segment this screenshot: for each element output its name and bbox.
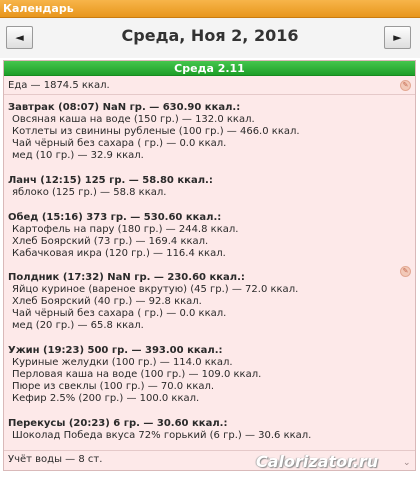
day-panel: Среда 2.11 Еда — 1874.5 ккал. ✎ Завтрак … bbox=[3, 60, 416, 471]
food-total: Еда — 1874.5 ккал. bbox=[8, 80, 110, 91]
meal-item: Хлеб Боярский (40 гр.) — 92.8 ккал. bbox=[12, 296, 202, 307]
meal-title-dinner: Обед (15:16) 373 гр. — 530.60 ккал.: bbox=[8, 212, 222, 223]
meal-item: мед (10 гр.) — 32.9 ккал. bbox=[12, 150, 144, 161]
meal-item: Яйцо куриное (вареное вкрутую) (45 гр.) … bbox=[12, 284, 299, 295]
expand-icon[interactable]: ⌄ bbox=[403, 458, 411, 468]
meal-item: Овсяная каша на воде (150 гр.) — 132.0 к… bbox=[12, 114, 255, 125]
meal-item: Чай чёрный без сахара ( гр.) — 0.0 ккал. bbox=[12, 138, 227, 149]
meal-title-lunch: Ланч (12:15) 125 гр. — 58.80 ккал.: bbox=[8, 175, 213, 186]
afternoon-snack-icon[interactable]: ✎ bbox=[400, 266, 411, 277]
meal-item: Перловая каша на воде (100 гр.) — 109.0 … bbox=[12, 369, 262, 380]
meal-item: Куриные желудки (100 гр.) — 114.0 ккал. bbox=[12, 357, 233, 368]
meal-item: Картофель на пару (180 гр.) — 244.8 ккал… bbox=[12, 224, 239, 235]
watermark-logo: Calorizator.ru bbox=[256, 452, 379, 471]
meal-item: Хлеб Боярский (73 гр.) — 169.4 ккал. bbox=[12, 236, 209, 247]
meal-title-snacks: Перекусы (20:23) 6 гр. — 30.60 ккал.: bbox=[8, 418, 228, 429]
meal-item: Шоколад Победа вкуса 72% горький (6 гр.)… bbox=[12, 430, 312, 441]
divider bbox=[4, 94, 415, 95]
meal-item: Котлеты из свинины рубленые (100 гр.) — … bbox=[12, 126, 300, 137]
water-tracking: Учёт воды — 8 ст. bbox=[8, 454, 103, 465]
divider bbox=[4, 450, 415, 451]
meal-item: Чай чёрный без сахара ( гр.) — 0.0 ккал. bbox=[12, 308, 227, 319]
current-date-title: Среда, Ноя 2, 2016 bbox=[121, 26, 299, 45]
meal-item: яблоко (125 гр.) — 58.8 ккал. bbox=[12, 187, 167, 198]
window-titlebar: Календарь bbox=[0, 0, 420, 18]
next-day-button[interactable]: ► bbox=[384, 26, 411, 49]
meal-item: Пюре из свеклы (100 гр.) — 70.0 ккал. bbox=[12, 381, 215, 392]
window-title: Календарь bbox=[3, 2, 74, 15]
day-header: Среда 2.11 bbox=[4, 61, 415, 76]
meal-title-breakfast: Завтрак (08:07) NaN гр. — 630.90 ккал.: bbox=[8, 102, 241, 113]
meal-item: мед (20 гр.) — 65.8 ккал. bbox=[12, 320, 144, 331]
meal-title-supper: Ужин (19:23) 500 гр. — 393.00 ккал.: bbox=[8, 345, 223, 356]
date-navigation: ◄ Среда, Ноя 2, 2016 ► bbox=[0, 18, 420, 58]
meal-title-afternoon-snack: Полдник (17:32) NaN гр. — 230.60 ккал.: bbox=[8, 272, 245, 283]
food-edit-icon[interactable]: ✎ bbox=[400, 80, 411, 91]
meal-item: Кабачковая икра (120 гр.) — 116.4 ккал. bbox=[12, 248, 226, 259]
prev-day-button[interactable]: ◄ bbox=[6, 26, 33, 49]
meal-item: Кефир 2.5% (200 гр.) — 100.0 ккал. bbox=[12, 393, 200, 404]
